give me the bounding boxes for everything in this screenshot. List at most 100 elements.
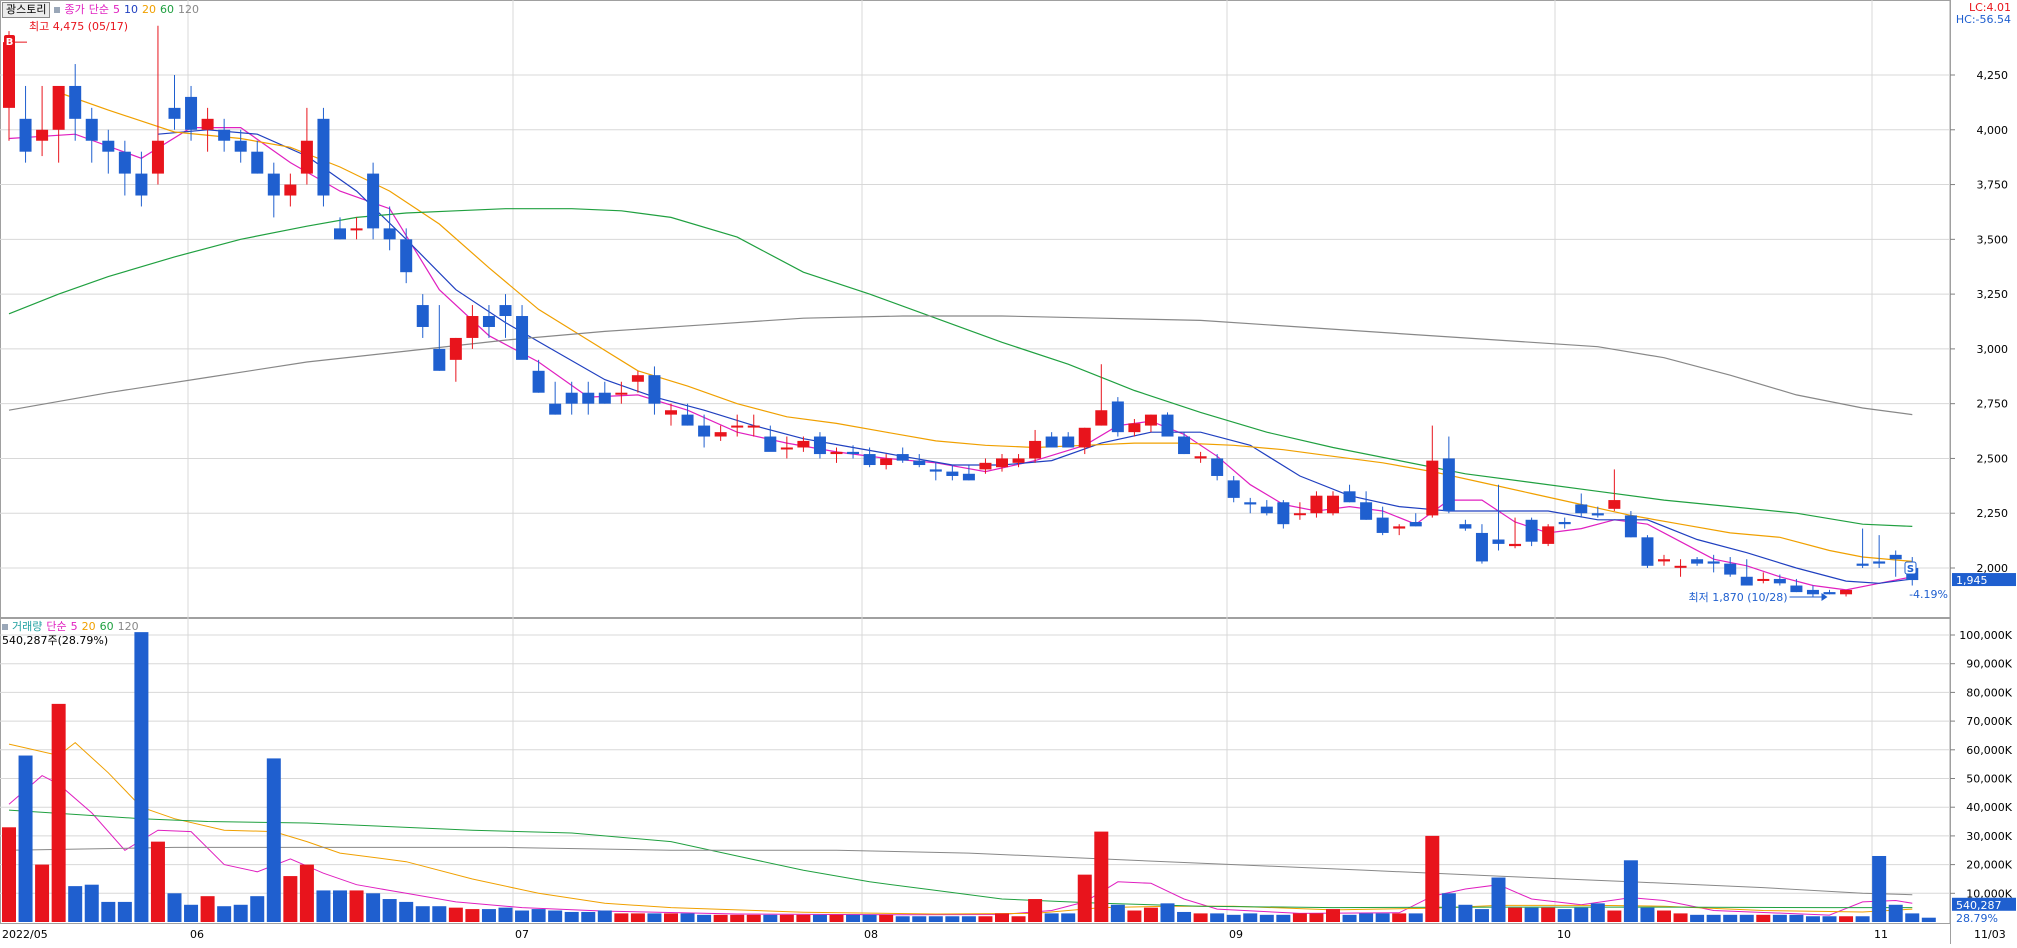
candle[interactable] bbox=[1111, 397, 1124, 437]
volume-bar[interactable] bbox=[1127, 910, 1142, 922]
volume-bar[interactable] bbox=[134, 632, 149, 922]
candle[interactable] bbox=[1790, 578, 1803, 593]
volume-bar[interactable] bbox=[415, 906, 430, 922]
volume-bar[interactable] bbox=[1342, 914, 1357, 922]
candle[interactable] bbox=[433, 305, 446, 371]
candle[interactable] bbox=[1889, 550, 1902, 577]
volume-bar[interactable] bbox=[1474, 909, 1489, 922]
candle[interactable] bbox=[1608, 469, 1621, 512]
volume-bar[interactable] bbox=[250, 896, 265, 922]
candle[interactable] bbox=[1823, 589, 1836, 595]
candle[interactable] bbox=[1161, 412, 1174, 437]
candle[interactable] bbox=[714, 425, 727, 441]
candle[interactable] bbox=[1806, 585, 1819, 597]
volume-bar[interactable] bbox=[630, 913, 645, 922]
volume-bar[interactable] bbox=[1326, 909, 1340, 922]
candle[interactable] bbox=[1029, 429, 1042, 463]
candle[interactable] bbox=[565, 381, 578, 415]
volume-bar[interactable] bbox=[399, 901, 414, 922]
volume-bar[interactable] bbox=[1408, 913, 1423, 922]
candle[interactable] bbox=[499, 294, 512, 338]
volume-bar[interactable] bbox=[200, 896, 215, 922]
volume-bar[interactable] bbox=[664, 913, 678, 922]
candle[interactable] bbox=[466, 305, 479, 349]
candle[interactable] bbox=[1227, 475, 1240, 503]
candle[interactable] bbox=[300, 107, 313, 185]
volume-bar[interactable] bbox=[382, 899, 397, 922]
volume-bar[interactable] bbox=[184, 904, 199, 922]
candle[interactable] bbox=[1856, 528, 1869, 568]
volume-bar[interactable] bbox=[333, 890, 347, 922]
candle[interactable] bbox=[1343, 484, 1356, 503]
volume-bar[interactable] bbox=[945, 916, 960, 922]
volume-bar[interactable] bbox=[1044, 913, 1059, 922]
candle[interactable] bbox=[201, 107, 214, 152]
volume-bar[interactable] bbox=[1872, 855, 1887, 922]
volume-bar[interactable] bbox=[1590, 903, 1605, 922]
candle[interactable] bbox=[1459, 519, 1472, 531]
volume-bar[interactable] bbox=[150, 841, 165, 922]
volume-bar[interactable] bbox=[35, 864, 50, 922]
candle[interactable] bbox=[1873, 535, 1886, 568]
candle[interactable] bbox=[1244, 497, 1257, 514]
volume-bar[interactable] bbox=[1143, 907, 1158, 922]
volume-bar[interactable] bbox=[548, 910, 563, 922]
candle[interactable] bbox=[1558, 517, 1571, 529]
volume-bar[interactable] bbox=[1921, 917, 1936, 922]
candle[interactable] bbox=[1178, 432, 1191, 455]
volume-bar[interactable] bbox=[1292, 913, 1307, 922]
volume-bar[interactable] bbox=[1359, 913, 1374, 922]
candle[interactable] bbox=[1442, 436, 1455, 514]
candle[interactable] bbox=[780, 436, 793, 459]
candle[interactable] bbox=[1260, 500, 1273, 516]
candle[interactable] bbox=[1691, 557, 1704, 566]
candle[interactable] bbox=[151, 25, 164, 185]
volume-bar[interactable] bbox=[1657, 910, 1671, 922]
volume-bar[interactable] bbox=[928, 916, 943, 922]
volume-bar[interactable] bbox=[349, 890, 364, 922]
volume-bar[interactable] bbox=[978, 916, 993, 922]
volume-bar[interactable] bbox=[1094, 831, 1109, 922]
volume-bar[interactable] bbox=[51, 703, 66, 922]
volume-bar[interactable] bbox=[1028, 899, 1043, 922]
volume-bar[interactable] bbox=[515, 910, 530, 922]
candle[interactable] bbox=[135, 151, 148, 207]
candle[interactable] bbox=[929, 462, 942, 481]
volume-bar[interactable] bbox=[614, 913, 629, 922]
volume-bar[interactable] bbox=[597, 910, 612, 922]
candle[interactable] bbox=[234, 129, 247, 163]
volume-bar[interactable] bbox=[1723, 914, 1738, 922]
candle[interactable] bbox=[1724, 557, 1737, 577]
volume-bar[interactable] bbox=[465, 909, 480, 922]
volume-bar[interactable] bbox=[680, 913, 695, 922]
candle[interactable] bbox=[1095, 364, 1108, 426]
volume-bar[interactable] bbox=[846, 914, 861, 922]
volume-bar[interactable] bbox=[1772, 914, 1787, 922]
candle[interactable] bbox=[102, 129, 115, 174]
candle[interactable] bbox=[1045, 432, 1058, 448]
volume-bar[interactable] bbox=[266, 758, 281, 922]
candle[interactable] bbox=[36, 85, 49, 157]
volume-bar[interactable] bbox=[481, 909, 496, 922]
candle[interactable] bbox=[267, 162, 280, 218]
candle[interactable] bbox=[1509, 517, 1522, 549]
volume-bar[interactable] bbox=[283, 876, 298, 922]
volume-bar[interactable] bbox=[1623, 860, 1638, 922]
candle[interactable] bbox=[830, 447, 843, 463]
candle[interactable] bbox=[648, 366, 661, 415]
candle[interactable] bbox=[1658, 554, 1670, 566]
volume-bar[interactable] bbox=[862, 914, 877, 922]
volume-bar[interactable] bbox=[1805, 916, 1820, 922]
volume-bar[interactable] bbox=[1822, 916, 1837, 922]
volume-bar[interactable] bbox=[746, 914, 761, 922]
volume-bar[interactable] bbox=[1061, 913, 1076, 922]
volume-bar[interactable] bbox=[1888, 904, 1903, 922]
volume-bar[interactable] bbox=[1706, 914, 1721, 922]
volume-bar[interactable] bbox=[1276, 914, 1291, 922]
candle[interactable] bbox=[1641, 535, 1654, 568]
candle[interactable] bbox=[52, 85, 65, 163]
volume-bar[interactable] bbox=[1077, 874, 1092, 922]
stock-chart[interactable]: 2,000 2,250 2,500 2,750 3,000 3,250 3,500 3,750… bbox=[0, 0, 2017, 944]
candle[interactable] bbox=[168, 75, 181, 130]
volume-bar[interactable] bbox=[796, 914, 811, 922]
